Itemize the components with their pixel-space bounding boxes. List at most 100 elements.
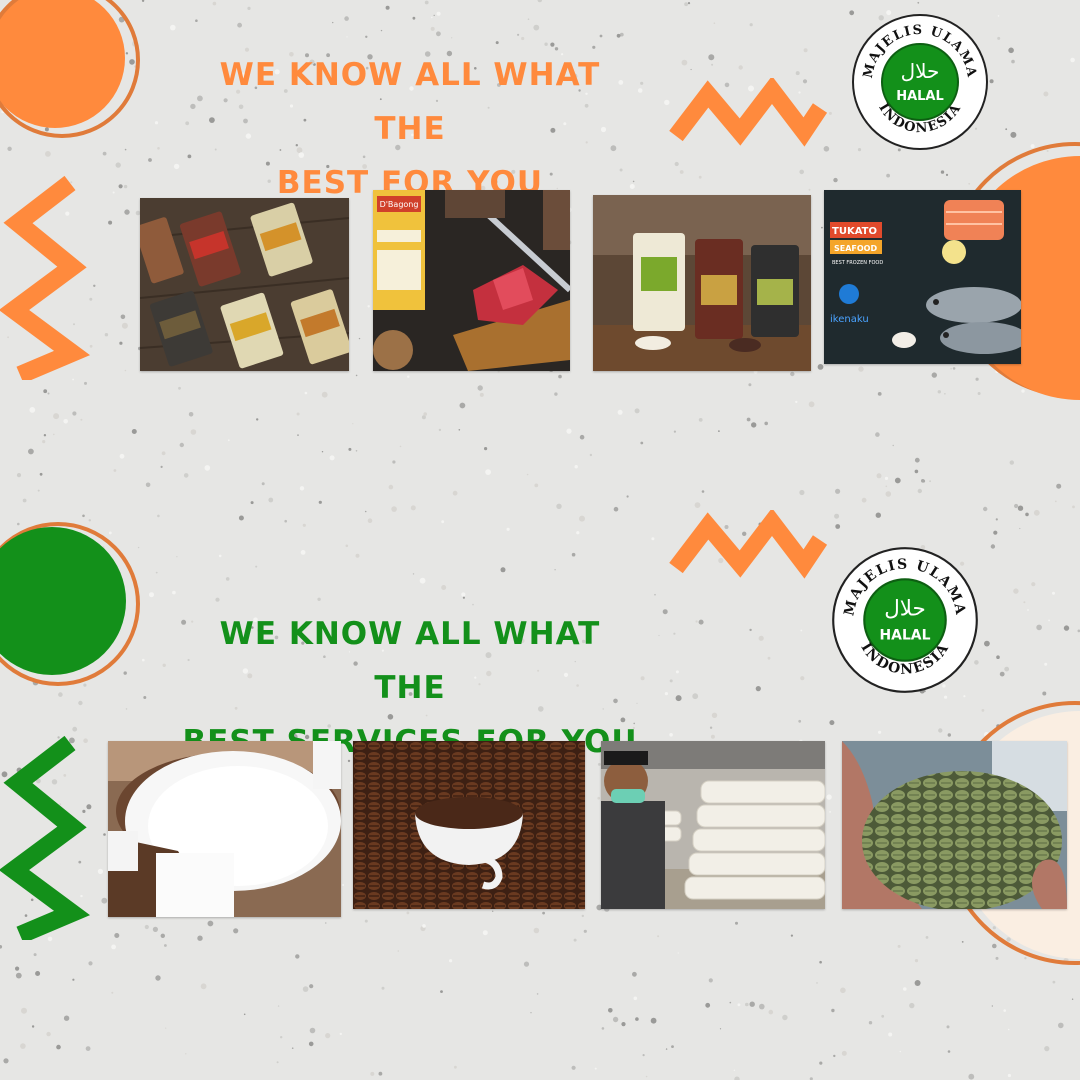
speck [749,628,752,632]
speck [461,592,466,597]
speck [237,22,243,28]
speck [799,169,804,175]
speck [342,884,345,886]
speck [1007,1028,1010,1031]
speck [755,686,761,692]
speck [123,184,128,189]
speck [53,433,55,436]
speck [492,910,494,912]
speck [1011,59,1015,64]
speck [748,383,752,387]
speck [185,1053,187,1055]
speck [681,59,688,66]
speck [367,305,370,308]
speck [677,952,679,954]
speck [831,1008,835,1013]
speck [573,938,577,942]
speck [899,1050,901,1053]
speck [533,24,540,31]
speck [658,634,660,637]
speck [162,663,166,667]
seal-center-text-2: HALAL [880,627,931,643]
speck [914,469,919,474]
speck [410,505,416,511]
speck [571,1065,576,1070]
speck [370,1071,375,1076]
speck [112,191,115,194]
speck [111,991,114,994]
speck [698,418,703,422]
speck [1023,601,1026,604]
speck [120,314,126,320]
speck [1014,503,1019,509]
seafood-tagline: BEST FROZEN FOOD [832,260,883,266]
speck [33,953,37,957]
speck [929,480,931,483]
speck [1031,582,1036,587]
speck [388,484,394,490]
speck [430,26,435,31]
speck [690,68,692,71]
speck [894,477,901,484]
speck [124,209,130,215]
orange-zigzag-horizontal-decoration [669,78,828,147]
speck [1010,131,1017,138]
speck [250,501,254,505]
speck [635,1017,639,1021]
speck [296,412,300,416]
speck [790,371,795,377]
speck [1033,509,1040,516]
speck [637,88,643,93]
speck [365,35,368,38]
speck [1042,691,1047,696]
speck [885,491,892,497]
speck [16,473,22,478]
speck [149,592,154,598]
speck [817,364,824,370]
speck [888,1032,893,1037]
speck [125,708,128,710]
speck [441,585,447,590]
speck [436,11,441,16]
speck [15,966,20,971]
speck [1048,619,1050,622]
speck [433,14,435,17]
speck [118,184,123,189]
speck [526,473,529,476]
speck [692,693,699,700]
speck [277,1005,280,1007]
speck [321,451,324,453]
speck [172,590,176,595]
speck [454,1065,457,1069]
speck [1072,505,1075,509]
speck [63,419,68,424]
speck [626,495,629,498]
speck [746,417,751,422]
speck [218,554,222,558]
speck [536,993,539,995]
orange-zigzag-horizontal-decoration-2 [669,510,828,579]
speck [28,448,34,455]
speck [495,41,499,45]
speck [665,1048,668,1050]
speck [423,412,428,416]
speck [472,603,474,606]
speck [735,921,738,925]
speck [527,18,530,21]
speck [438,428,442,432]
speck [629,184,635,189]
speck [380,29,383,32]
speck [558,374,562,379]
speck [212,1,217,6]
speck [675,670,679,674]
speck [995,518,998,521]
speck [399,445,402,448]
speck [207,920,214,927]
speck [764,421,768,426]
beef-cutting-photo: D'Bagong [373,190,570,371]
bottom-headline-line1: WE KNOW ALL WHAT THE [219,616,601,706]
speck [308,1041,314,1047]
speck [115,162,121,168]
speck [640,676,645,681]
speck [884,476,889,480]
